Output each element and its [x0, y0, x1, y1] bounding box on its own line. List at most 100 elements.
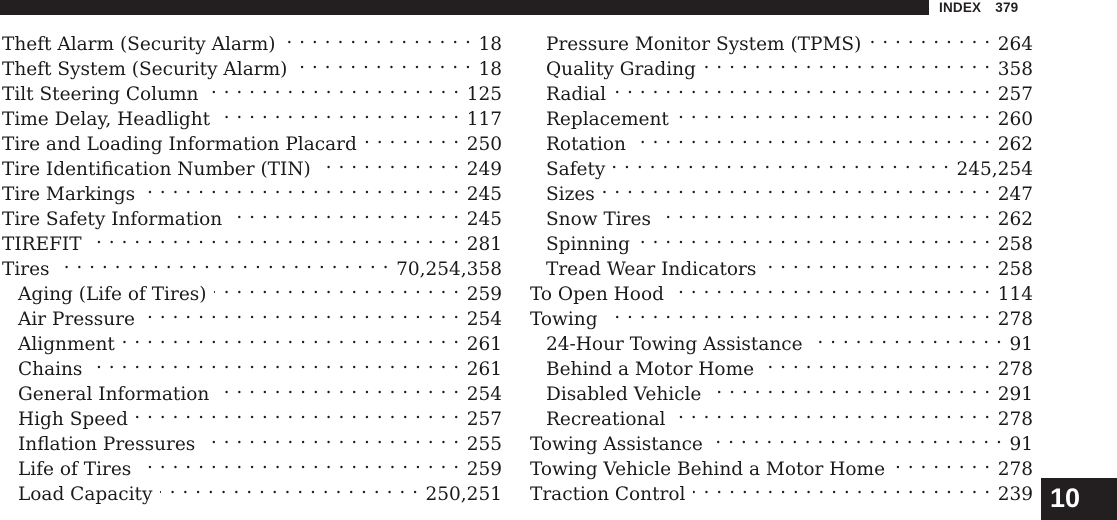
dot-leader [673, 406, 990, 425]
index-entry[interactable]: Aging (Life of Tires) 259 [2, 281, 502, 306]
dot-leader [704, 56, 991, 75]
index-body: Theft Alarm (Security Alarm)18Theft Syst… [0, 31, 1117, 511]
index-entry[interactable]: Alignment 261 [2, 331, 502, 356]
index-entry[interactable]: Radial 257 [530, 81, 1033, 106]
index-entry-title: Replacement [546, 108, 669, 130]
index-entry[interactable]: Theft System (Security Alarm) 18 [2, 56, 502, 81]
index-entry-page-number: 245,254 [956, 158, 1033, 180]
index-entry[interactable]: Tread Wear Indicators 258 [530, 256, 1033, 281]
index-entry-page-number: 114 [997, 283, 1033, 305]
dot-leader [295, 56, 471, 75]
dot-leader [203, 431, 459, 450]
index-entry[interactable]: Towing Assistance 91 [530, 431, 1033, 456]
index-entry-title: Recreational [546, 408, 666, 430]
index-entry[interactable]: Tire Markings 245 [2, 181, 502, 206]
index-entry[interactable]: Load Capacity 250,251 [2, 481, 502, 506]
index-entry[interactable]: Life of Tires 259 [2, 456, 502, 481]
index-entry-title: 24-Hour Towing Assistance [546, 333, 803, 355]
index-entry[interactable]: Behind a Motor Home 278 [530, 356, 1033, 381]
dot-leader [143, 181, 460, 200]
index-entry-title: Theft Alarm (Security Alarm) [2, 33, 276, 55]
index-entry-page-number: 278 [997, 408, 1033, 430]
index-entry-title: TIREFIT [2, 233, 82, 255]
index-entry-page-number: 117 [466, 108, 502, 130]
dot-leader [139, 456, 459, 475]
index-entry[interactable]: Tire and Loading Information Placard 250 [2, 131, 502, 156]
index-entry[interactable]: Tires 70,254,358 [2, 256, 502, 281]
index-entry[interactable]: Safety 245,254 [530, 156, 1033, 181]
dot-leader [217, 381, 459, 400]
index-entry-page-number: 91 [1009, 333, 1033, 355]
index-entry-title: General Information [18, 383, 210, 405]
index-entry[interactable]: Recreational 278 [530, 406, 1033, 431]
header-rule [0, 0, 929, 15]
index-entry[interactable]: Rotation 262 [530, 131, 1033, 156]
section-tab-number: 10 [1050, 483, 1081, 513]
header-section-label: INDEX [939, 0, 982, 15]
index-column-left: Theft Alarm (Security Alarm)18Theft Syst… [2, 31, 502, 506]
index-entry[interactable]: Time Delay, Headlight 117 [2, 106, 502, 131]
index-entry[interactable]: Tilt Steering Column 125 [2, 81, 502, 106]
index-entry-title: Tire Markings [2, 183, 136, 205]
dot-leader [613, 156, 949, 175]
index-column-right: Pressure Monitor System (TPMS)264Quality… [530, 31, 1033, 506]
index-entry-title: Tread Wear Indicators [546, 258, 757, 280]
index-entry[interactable]: Air Pressure 254 [2, 306, 502, 331]
index-entry[interactable]: Traction Control 239 [530, 481, 1033, 506]
index-entry-page-number: 278 [997, 458, 1033, 480]
index-entry[interactable]: Inflation Pressures 255 [2, 431, 502, 456]
index-entry[interactable]: Sizes 247 [530, 181, 1033, 206]
index-entry[interactable]: General Information 254 [2, 381, 502, 406]
index-entry-page-number: 260 [997, 108, 1033, 130]
index-entry-title: Rotation [546, 133, 626, 155]
index-entry-page-number: 261 [466, 358, 502, 380]
index-entry-title: Towing Vehicle Behind a Motor Home [530, 458, 886, 480]
dot-leader [677, 106, 991, 125]
index-entry[interactable]: High Speed 257 [2, 406, 502, 431]
index-entry[interactable]: Chains 261 [2, 356, 502, 381]
index-entry[interactable]: Theft Alarm (Security Alarm) 18 [2, 31, 502, 56]
dot-leader [672, 281, 991, 300]
index-entry[interactable]: TIREFIT 281 [2, 231, 502, 256]
index-entry-page-number: 281 [466, 233, 502, 255]
index-entry[interactable]: Snow Tires 262 [530, 206, 1033, 231]
index-entry-title: Spinning [546, 233, 630, 255]
dot-leader [869, 31, 990, 50]
index-entry[interactable]: To Open Hood 114 [530, 281, 1033, 306]
dot-leader [206, 81, 459, 100]
index-entry-title: Traction Control [530, 483, 686, 505]
index-entry-title: Load Capacity [18, 483, 153, 505]
index-entry-page-number: 258 [997, 233, 1033, 255]
dot-leader [214, 281, 459, 300]
index-entry-page-number: 247 [997, 183, 1033, 205]
index-entry-page-number: 358 [997, 58, 1033, 80]
index-entry-page-number: 245 [466, 208, 502, 230]
index-entry-page-number: 255 [466, 433, 502, 455]
index-entry[interactable]: Spinning 258 [530, 231, 1033, 256]
index-entry-title: Towing [530, 308, 598, 330]
dot-leader [284, 31, 472, 50]
header-label: INDEX 379 [939, 0, 1018, 16]
index-entry-title: Time Delay, Headlight [2, 108, 211, 130]
dot-leader [90, 231, 460, 250]
dot-leader [693, 481, 990, 500]
index-entry[interactable]: Tire Identification Number (TIN) 249 [2, 156, 502, 181]
index-entry-page-number: 257 [466, 408, 502, 430]
index-entry[interactable]: Tire Safety Information 245 [2, 206, 502, 231]
index-entry-page-number: 278 [997, 308, 1033, 330]
index-entry[interactable]: Towing Vehicle Behind a Motor Home 278 [530, 456, 1033, 481]
index-entry[interactable]: 24-Hour Towing Assistance 91 [530, 331, 1033, 356]
index-entry[interactable]: Quality Grading 358 [530, 56, 1033, 81]
index-entry[interactable]: Disabled Vehicle 291 [530, 381, 1033, 406]
index-entry-title: Tilt Steering Column [2, 83, 199, 105]
index-entry[interactable]: Towing 278 [530, 306, 1033, 331]
index-entry-page-number: 250,251 [425, 483, 502, 505]
index-entry-title: Quality Grading [546, 58, 696, 80]
index-entry[interactable]: Pressure Monitor System (TPMS) 264 [530, 31, 1033, 56]
index-entry-page-number: 254 [466, 383, 502, 405]
index-entry-title: To Open Hood [530, 283, 664, 305]
index-entry[interactable]: Replacement 260 [530, 106, 1033, 131]
index-entry-title: Aging (Life of Tires) [18, 283, 207, 305]
header-page-number: 379 [995, 0, 1019, 15]
dot-leader [603, 181, 991, 200]
